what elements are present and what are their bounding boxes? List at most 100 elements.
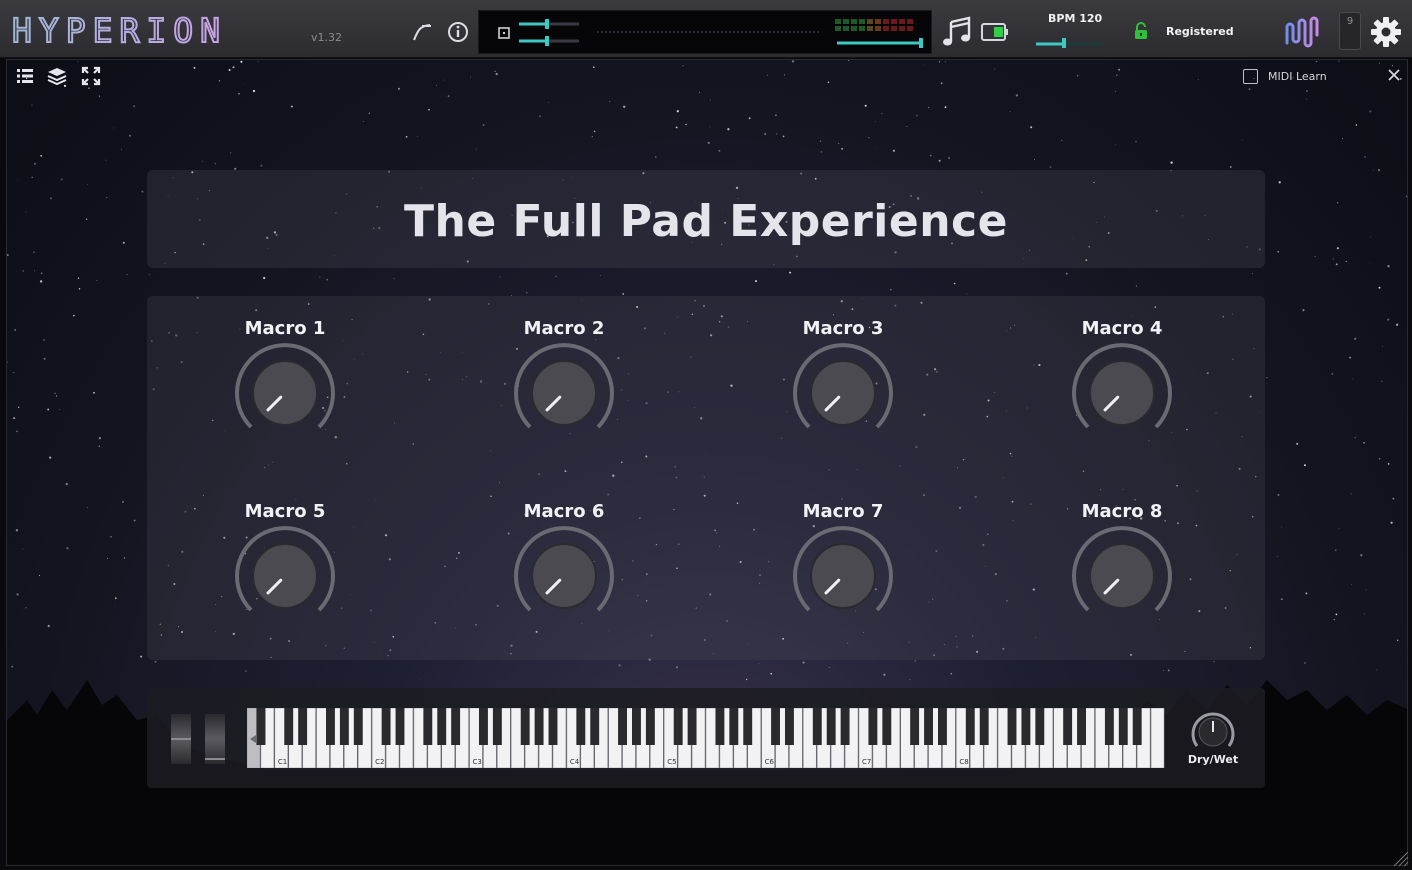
black-key[interactable] xyxy=(840,708,850,745)
star xyxy=(290,105,293,108)
star xyxy=(953,282,956,285)
black-key[interactable] xyxy=(687,708,697,745)
white-key[interactable] xyxy=(1150,708,1165,768)
star xyxy=(1015,94,1019,97)
music-note-icon[interactable] xyxy=(942,16,972,48)
black-key[interactable] xyxy=(353,708,363,745)
resize-grip-icon[interactable] xyxy=(1390,848,1410,868)
expand-icon[interactable] xyxy=(81,66,101,86)
macro-knob[interactable] xyxy=(1071,342,1173,444)
black-key[interactable] xyxy=(1021,708,1031,745)
black-key[interactable] xyxy=(965,708,975,745)
black-key[interactable] xyxy=(1118,708,1128,745)
close-icon[interactable] xyxy=(1387,68,1401,82)
volume-slider-handle[interactable] xyxy=(919,38,923,48)
black-key[interactable] xyxy=(534,708,544,745)
midi-learn-checkbox[interactable] xyxy=(1243,69,1258,84)
black-key[interactable] xyxy=(1007,708,1017,745)
star xyxy=(85,218,88,220)
black-key[interactable] xyxy=(882,708,892,745)
curve-icon[interactable] xyxy=(410,20,434,44)
top-bar: HYPERION v1.32 BPM 120 Registered 9 xyxy=(0,0,1412,58)
star xyxy=(66,547,69,550)
black-key[interactable] xyxy=(492,708,502,745)
octave-label: C6 xyxy=(765,758,775,766)
black-key[interactable] xyxy=(284,708,294,745)
black-key[interactable] xyxy=(1035,708,1045,745)
star xyxy=(243,82,244,84)
battery-toggle-icon[interactable] xyxy=(981,22,1009,42)
black-key[interactable] xyxy=(924,708,933,745)
macro-knob[interactable] xyxy=(792,342,894,444)
black-key[interactable] xyxy=(451,708,461,745)
star xyxy=(1378,286,1381,289)
black-key[interactable] xyxy=(298,708,308,745)
black-key[interactable] xyxy=(437,708,447,745)
macro-4: Macro 4 xyxy=(1052,318,1192,458)
black-key[interactable] xyxy=(743,708,753,745)
gear-icon[interactable] xyxy=(1370,16,1402,48)
star xyxy=(1009,111,1011,112)
star xyxy=(1118,68,1121,71)
midi-learn-toggle[interactable]: MIDI Learn xyxy=(1243,69,1327,84)
macro-7: Macro 7 xyxy=(773,501,913,641)
black-key[interactable] xyxy=(381,708,391,745)
black-key[interactable] xyxy=(339,708,349,745)
star xyxy=(1077,75,1079,77)
black-key[interactable] xyxy=(729,708,739,745)
pitch-wheel[interactable] xyxy=(171,714,191,764)
preset-slot-box[interactable]: 9 xyxy=(1339,12,1361,50)
star xyxy=(916,114,918,117)
black-key[interactable] xyxy=(1104,708,1114,745)
drywet-knob[interactable] xyxy=(1187,708,1239,752)
black-key[interactable] xyxy=(979,708,989,745)
star xyxy=(129,134,131,137)
macro-knob[interactable] xyxy=(792,525,894,627)
black-key[interactable] xyxy=(645,708,655,745)
black-key[interactable] xyxy=(868,708,878,745)
output-slider-handle[interactable] xyxy=(545,36,549,46)
macro-knob[interactable] xyxy=(234,525,336,627)
star xyxy=(470,76,471,78)
black-key[interactable] xyxy=(548,708,558,745)
black-key[interactable] xyxy=(520,708,530,745)
layers-icon[interactable] xyxy=(47,66,67,86)
macro-knob[interactable] xyxy=(513,525,615,627)
black-key[interactable] xyxy=(423,708,433,745)
bpm-slider[interactable] xyxy=(1036,38,1102,48)
hyperion-logo: HYPERION xyxy=(12,14,221,48)
black-key[interactable] xyxy=(590,708,600,745)
black-key[interactable] xyxy=(632,708,641,745)
macro-knob[interactable] xyxy=(1071,525,1173,627)
black-key[interactable] xyxy=(1132,708,1142,745)
input-slider-handle[interactable] xyxy=(545,19,549,29)
black-key[interactable] xyxy=(673,708,683,745)
black-key[interactable] xyxy=(938,708,947,745)
black-key[interactable] xyxy=(910,708,920,745)
star xyxy=(495,72,498,76)
mod-wheel[interactable] xyxy=(205,714,225,764)
black-key[interactable] xyxy=(479,708,488,745)
black-key[interactable] xyxy=(715,708,725,745)
black-key[interactable] xyxy=(1063,708,1073,745)
list-icon[interactable] xyxy=(15,66,35,86)
black-key[interactable] xyxy=(256,708,266,745)
black-key[interactable] xyxy=(576,708,586,745)
black-key[interactable] xyxy=(785,708,794,745)
black-key[interactable] xyxy=(326,708,335,745)
black-key[interactable] xyxy=(1077,708,1086,745)
black-key[interactable] xyxy=(812,708,822,745)
info-icon[interactable] xyxy=(446,20,470,44)
piano-keyboard[interactable]: C1 C2 C3 C4 C5 C6 C7 C8 xyxy=(247,708,1165,768)
black-key[interactable] xyxy=(618,708,627,745)
star xyxy=(938,159,941,162)
black-key[interactable] xyxy=(395,708,405,745)
brand-wave-icon[interactable] xyxy=(1283,13,1325,49)
star xyxy=(34,163,36,165)
macro-knob[interactable] xyxy=(234,342,336,444)
macro-knob[interactable] xyxy=(513,342,615,444)
octave-label: C4 xyxy=(570,758,580,766)
star xyxy=(18,406,20,408)
black-key[interactable] xyxy=(771,708,780,745)
black-key[interactable] xyxy=(826,708,836,745)
